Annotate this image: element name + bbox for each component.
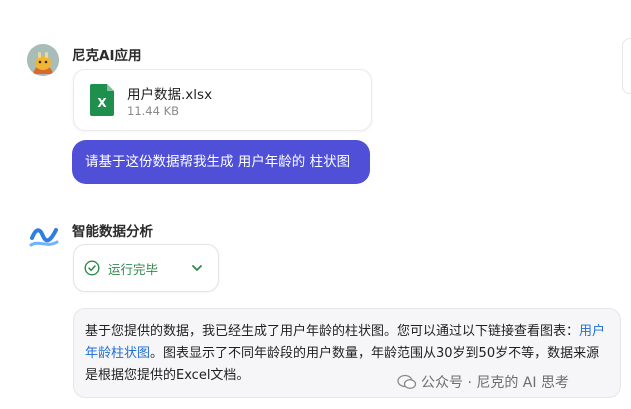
watermark: 公众号 · 尼克的 AI 思考: [397, 372, 569, 392]
assistant-logo-icon: [29, 228, 59, 247]
file-attachment-card[interactable]: X 用户数据.xlsx 11.44 KB: [73, 69, 372, 131]
watermark-text: 公众号 · 尼克的 AI 思考: [421, 375, 569, 391]
user-name: 尼克AI应用: [72, 48, 142, 64]
user-avatar[interactable]: [27, 44, 59, 76]
check-circle-icon: [84, 260, 100, 276]
chevron-down-icon[interactable]: [190, 261, 204, 275]
assistant-name: 智能数据分析: [72, 224, 153, 240]
excel-letter: X: [97, 96, 107, 110]
run-status-card[interactable]: 运行完毕: [73, 244, 219, 292]
file-name: 用户数据.xlsx: [127, 87, 213, 103]
excel-file-icon: X: [90, 84, 114, 116]
user-message-bubble: 请基于这份数据帮我生成 用户年龄的 柱状图: [72, 140, 370, 184]
file-size: 11.44 KB: [127, 104, 180, 118]
wechat-icon: [397, 374, 417, 389]
run-status-text: 运行完毕: [108, 262, 159, 277]
result-text-part1: 基于您提供的数据，我已经生成了用户年龄的柱状图。您可以通过以下链接查看图表：: [85, 324, 580, 339]
partial-card-edge: [622, 38, 631, 94]
